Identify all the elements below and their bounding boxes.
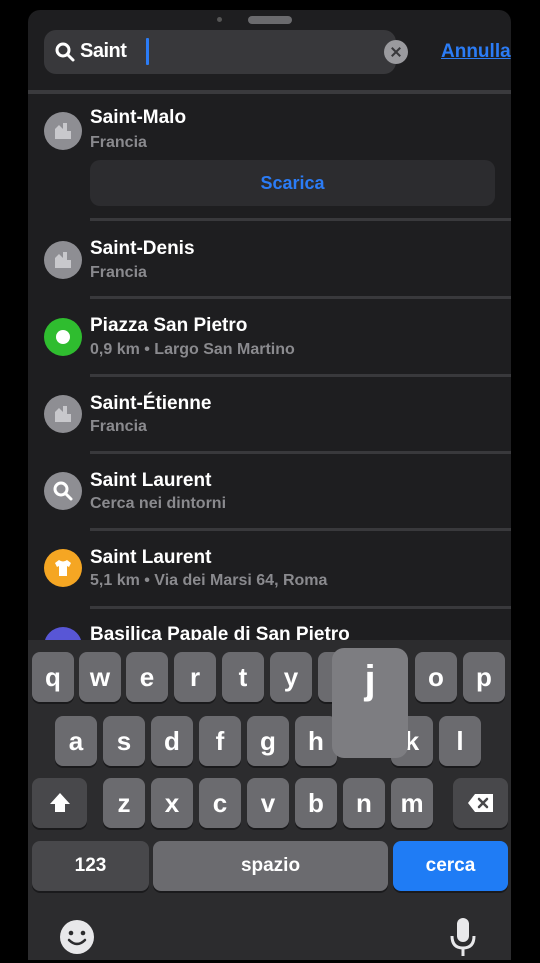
key-p[interactable]: p [463,652,505,702]
result-title: Saint Laurent [90,470,212,491]
key-t[interactable]: t [222,652,264,702]
result-title: Saint-Denis [90,238,195,259]
key-s[interactable]: s [103,716,145,766]
result-subtitle: Cerca nei dintorni [90,495,227,512]
key-f[interactable]: f [199,716,241,766]
result-title: Saint-Malo [90,107,187,128]
divider [90,218,511,221]
backspace-icon [467,794,493,812]
download-label: Scarica [260,173,325,193]
key-y[interactable]: y [270,652,312,702]
result-title: Saint-Étienne [90,393,212,414]
space-key[interactable]: spazio [153,841,388,891]
search-bar: Saint Annulla [44,30,511,74]
shift-icon [49,793,70,812]
key-v[interactable]: v [247,778,289,828]
key-d[interactable]: d [151,716,193,766]
result-title: Piazza San Pietro [90,315,248,336]
emoji-icon[interactable] [58,918,96,961]
camera-dot [217,17,222,22]
key-c[interactable]: c [199,778,241,828]
city-icon [44,112,82,150]
key-e[interactable]: e [126,652,168,702]
key-j-popup[interactable]: j [332,648,408,758]
key-z[interactable]: z [103,778,145,828]
city-icon [44,241,82,279]
result-subtitle: 5,1 km • Via dei Marsi 64, Roma [90,572,328,589]
clear-icon[interactable] [384,40,408,64]
numbers-key[interactable]: 123 [32,841,149,891]
search-input[interactable]: Saint [80,40,127,63]
city-icon [44,395,82,433]
result-subtitle: Francia [90,134,147,151]
key-m[interactable]: m [391,778,433,828]
key-g[interactable]: g [247,716,289,766]
key-w[interactable]: w [79,652,121,702]
key-q[interactable]: q [32,652,74,702]
result-title: Saint Laurent [90,547,212,568]
key-b[interactable]: b [295,778,337,828]
result-subtitle: Francia [90,418,147,435]
divider [90,606,511,609]
result-subtitle: Francia [90,264,147,281]
key-l[interactable]: l [439,716,481,766]
divider [90,451,511,454]
divider [90,374,511,377]
key-x[interactable]: x [151,778,193,828]
microphone-icon[interactable] [448,916,478,963]
key-o[interactable]: o [415,652,457,702]
divider [90,296,511,299]
search-icon [55,42,75,62]
shirt-icon [44,549,82,587]
shift-key[interactable] [32,778,87,828]
cancel-button[interactable]: Annulla [441,41,511,63]
text-cursor [146,38,149,65]
location-dot-icon [44,318,82,356]
search-field[interactable]: Saint [44,30,408,74]
key-n[interactable]: n [343,778,385,828]
key-r[interactable]: r [174,652,216,702]
search-key[interactable]: cerca [393,841,508,891]
key-h[interactable]: h [295,716,337,766]
search-icon [44,472,82,510]
key-a[interactable]: a [55,716,97,766]
divider [28,90,511,94]
backspace-key[interactable] [453,778,508,828]
download-button[interactable]: Scarica [90,160,495,206]
keyboard: q w e r t y u i o p a s d f g h k l j z … [28,640,511,960]
sheet-grabber[interactable] [248,16,292,24]
divider [90,528,511,531]
result-subtitle: 0,9 km • Largo San Martino [90,341,295,358]
